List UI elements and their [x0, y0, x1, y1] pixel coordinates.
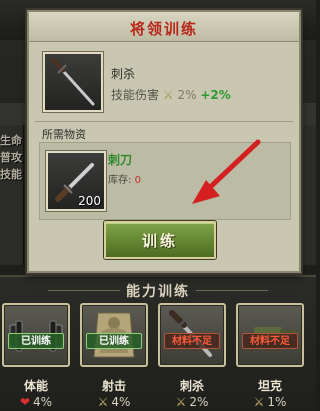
dialog-title: 将领训练 — [129, 20, 198, 38]
general-training-dialog: 将领训练 刺杀 技能伤害 ⚔ 2% +2% 所需物资 200 刺刀 库存: 0 … — [27, 10, 301, 273]
dialog-titlebar: 将领训练 — [29, 12, 299, 42]
insufficient-badge: 材料不足 — [242, 333, 298, 349]
ability-card-tank[interactable]: 材料不足 — [236, 303, 304, 367]
material-slot[interactable]: 200 — [46, 151, 106, 211]
skill-damage-label: 技能伤害 — [111, 88, 160, 102]
ability-value: 4% — [33, 395, 53, 409]
ability-value: 4% — [111, 395, 131, 409]
swords-icon: ⚔ — [175, 395, 187, 409]
swords-icon: ⚔ — [253, 395, 265, 409]
swords-icon: ⚔ — [162, 88, 174, 102]
ability-value-row: ⚔ 1% — [236, 395, 304, 409]
ability-value: 2% — [189, 395, 209, 409]
material-quantity: 200 — [78, 194, 101, 208]
skill-info-section: 刺杀 技能伤害 ⚔ 2% +2% — [35, 44, 293, 122]
trained-badge: 已训练 — [86, 333, 142, 349]
skill-damage-pct: 2% — [177, 88, 197, 102]
ability-value-row: ⚔ 4% — [80, 395, 148, 409]
materials-label: 所需物资 — [42, 128, 86, 141]
heart-icon: ❤ — [19, 395, 30, 409]
material-stock: 库存: 0 — [108, 171, 141, 186]
material-stock-value: 0 — [134, 175, 141, 186]
skill-icon-box — [43, 52, 103, 112]
skill-name: 刺杀 — [111, 67, 136, 81]
train-button[interactable]: 训练 — [104, 221, 216, 259]
ability-name: 坦克 — [257, 379, 282, 393]
ability-card-shooting[interactable]: 已训练 — [80, 303, 148, 367]
skill-damage-bonus: +2% — [200, 88, 231, 102]
dagger-icon — [50, 57, 95, 106]
materials-panel: 200 刺刀 库存: 0 — [39, 142, 291, 220]
ability-name: 射击 — [101, 379, 126, 393]
insufficient-badge: 材料不足 — [164, 333, 220, 349]
skill-damage-row: 技能伤害 ⚔ 2% +2% — [111, 86, 231, 103]
ability-value: 1% — [267, 395, 287, 409]
ability-value-row: ❤ 4% — [2, 395, 70, 409]
material-name: 刺刀 — [108, 153, 133, 167]
ability-card-bayonet[interactable]: 材料不足 — [158, 303, 226, 367]
ability-name: 刺杀 — [179, 379, 204, 393]
material-stock-label: 库存: — [108, 175, 132, 186]
trained-badge: 已训练 — [8, 333, 64, 349]
ability-training-title: 能力训练 — [126, 284, 190, 300]
ability-value-row: ⚔ 2% — [158, 395, 226, 409]
ability-name: 体能 — [23, 379, 48, 393]
ability-card-stamina[interactable]: 已训练 — [2, 303, 70, 367]
swords-icon: ⚔ — [97, 395, 109, 409]
